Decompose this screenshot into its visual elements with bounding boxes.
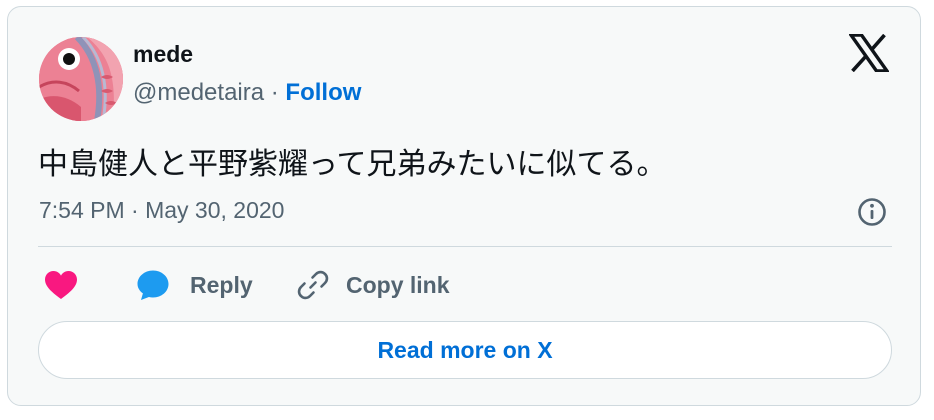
link-icon — [297, 270, 329, 300]
handle-separator: · — [264, 79, 286, 106]
info-icon[interactable] — [856, 196, 888, 228]
author-handle-row: @medetaira · Follow — [133, 79, 361, 107]
author-name[interactable]: mede — [133, 41, 193, 68]
divider — [38, 246, 892, 247]
follow-button[interactable]: Follow — [285, 79, 361, 106]
author-handle[interactable]: @medetaira — [133, 79, 264, 106]
copy-link-button[interactable]: Copy link — [296, 267, 450, 303]
reply-button[interactable]: Reply — [136, 267, 253, 303]
embedded-tweet-card: mede @medetaira · Follow 中島健人と平野紫耀って兄弟みた… — [7, 6, 921, 406]
reply-label: Reply — [190, 271, 253, 298]
reply-bubble-icon — [137, 270, 169, 300]
tweet-timestamp[interactable]: 7:54 PM · May 30, 2020 — [39, 197, 284, 224]
tweet-text: 中島健人と平野紫耀って兄弟みたいに似てる。 — [38, 147, 667, 182]
x-logo-icon[interactable] — [847, 33, 891, 73]
copy-link-label: Copy link — [346, 271, 450, 298]
like-button[interactable] — [44, 267, 78, 303]
fish-avatar-icon — [39, 37, 123, 121]
read-more-button[interactable]: Read more on X — [38, 321, 892, 379]
heart-icon — [45, 271, 77, 299]
avatar[interactable] — [39, 37, 123, 121]
